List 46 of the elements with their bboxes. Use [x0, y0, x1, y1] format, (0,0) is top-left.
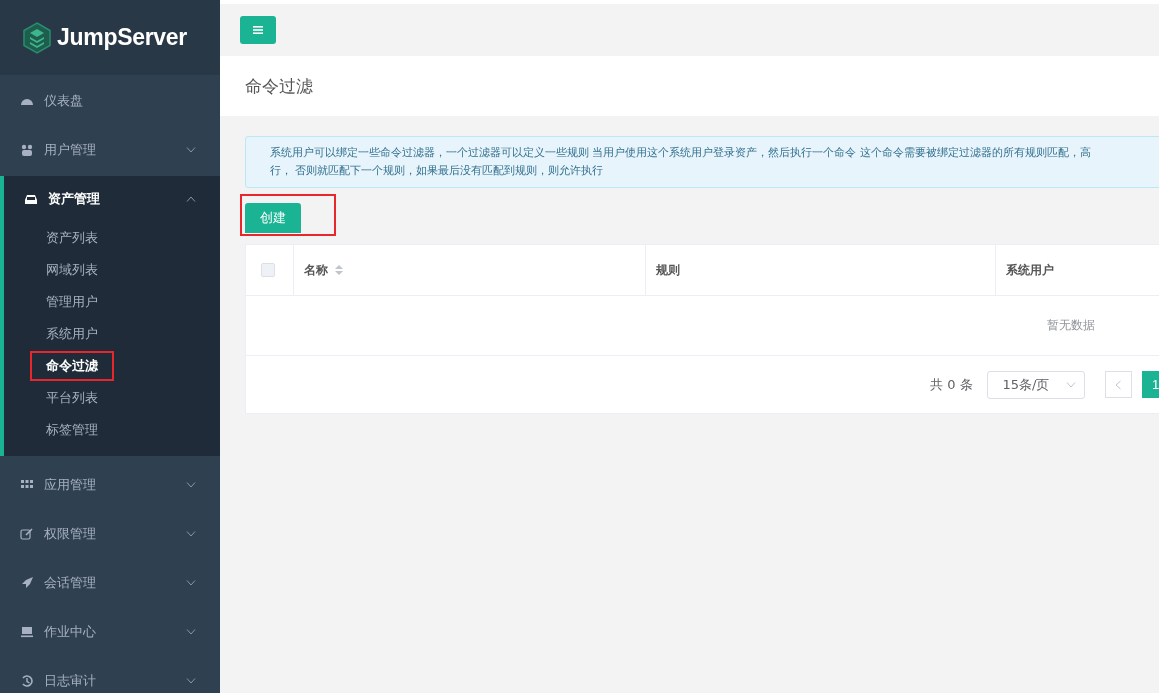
previous-page-button[interactable]	[1104, 371, 1132, 398]
sort-icon[interactable]	[334, 264, 344, 276]
nav-item[interactable]: 仪表盘	[0, 78, 220, 124]
chevron-icon	[186, 147, 196, 153]
edit-icon	[20, 527, 34, 541]
nav-subitem[interactable]: 资产列表	[30, 223, 114, 253]
menu-button[interactable]	[240, 16, 276, 44]
column-header: 名称	[304, 261, 328, 279]
nav-item[interactable]: 权限管理	[0, 511, 220, 557]
chevron-icon	[186, 580, 196, 586]
nav-subitem[interactable]: 网域列表	[30, 255, 114, 285]
nav-subitem[interactable]: 管理用户	[30, 287, 114, 317]
nav-subitem[interactable]: 平台列表	[30, 383, 114, 413]
rocket-icon	[20, 576, 34, 590]
chevron-icon	[186, 196, 196, 202]
chevron-icon	[1065, 381, 1076, 388]
laptop-icon	[20, 625, 34, 639]
total-count: 共 0 条	[930, 375, 973, 394]
nav-item[interactable]: 应用管理	[0, 462, 220, 508]
alert-text: 行， 否则就匹配下一个规则，如果最后没有匹配到规则，则允许执行	[270, 163, 605, 179]
chevron-icon	[186, 531, 196, 537]
nav-subitem[interactable]: 系统用户	[30, 319, 114, 349]
stacked-layers-logo-icon	[22, 21, 52, 54]
alert-text: 系统用户可以绑定一些命令过滤器，一个过滤器可以定义一些规则 当用户使用这个系统用户登录资产，然后执行一个命令 这个命令需要被绑定过滤器的所有规则匹配，高	[270, 145, 1092, 161]
chevron-icon	[186, 629, 196, 635]
nav-item[interactable]: 作业中心	[0, 609, 220, 655]
users-icon	[20, 143, 34, 157]
inbox-icon	[24, 192, 38, 206]
page-size-select[interactable]: 15条/页	[986, 370, 1085, 399]
nav-subitem[interactable]: 命令过滤	[30, 351, 114, 381]
nav-item[interactable]: 日志审计	[0, 658, 220, 693]
brand-name: JumpServer	[57, 24, 187, 51]
nav-subitem[interactable]: 标签管理	[30, 415, 114, 445]
checkbox[interactable]	[261, 263, 275, 277]
chevron-icon	[186, 678, 196, 684]
history-icon	[20, 674, 34, 688]
page-title: 命令过滤	[245, 74, 313, 98]
empty-text: 暂无数据	[1047, 317, 1095, 334]
chevron-icon	[186, 482, 196, 488]
column-header: 系统用户	[1006, 261, 1054, 279]
menu-icon	[253, 26, 263, 34]
column-header: 规则	[656, 261, 680, 279]
nav-item[interactable]: 会话管理	[0, 560, 220, 606]
nav-item[interactable]: 资产管理	[4, 176, 220, 222]
chevron-left-icon	[1115, 379, 1122, 390]
nav-item[interactable]: 用户管理	[0, 127, 220, 173]
